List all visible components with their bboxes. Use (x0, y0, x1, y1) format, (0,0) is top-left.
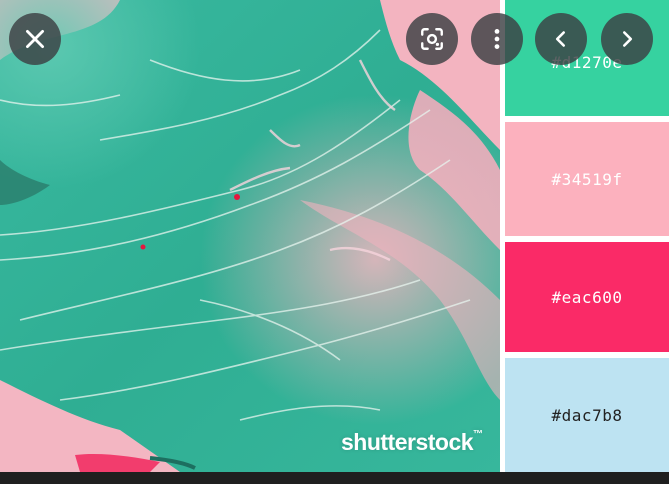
marble-photo[interactable]: shutterstock™ (0, 0, 500, 472)
watermark-text: shutterstock (341, 429, 474, 455)
color-swatch-2: #34519f (505, 122, 669, 236)
close-icon (26, 30, 44, 48)
visual-search-icon (421, 28, 443, 50)
shutterstock-watermark: shutterstock™ (341, 429, 483, 456)
bottom-bar (0, 472, 669, 484)
more-vert-icon (494, 29, 500, 49)
chevron-left-icon (555, 31, 566, 47)
visual-search-button[interactable] (406, 13, 458, 65)
watermark-trademark: ™ (473, 429, 483, 440)
color-swatch-4: #dac7b8 (505, 358, 669, 472)
swatch-label: #dac7b8 (551, 405, 623, 425)
swatch-label: #eac600 (551, 287, 623, 307)
image-viewer: shutterstock™ #d1270e #34519f #eac600 #d… (0, 0, 669, 484)
previous-image-button[interactable] (535, 13, 587, 65)
marble-artwork (0, 0, 500, 472)
swatch-label: #34519f (551, 169, 623, 189)
chevron-right-icon (622, 31, 633, 47)
close-button[interactable] (9, 13, 61, 65)
color-swatch-3: #eac600 (505, 242, 669, 352)
color-palette: #d1270e #34519f #eac600 #dac7b8 (500, 0, 669, 472)
more-options-button[interactable] (471, 13, 523, 65)
next-image-button[interactable] (601, 13, 653, 65)
